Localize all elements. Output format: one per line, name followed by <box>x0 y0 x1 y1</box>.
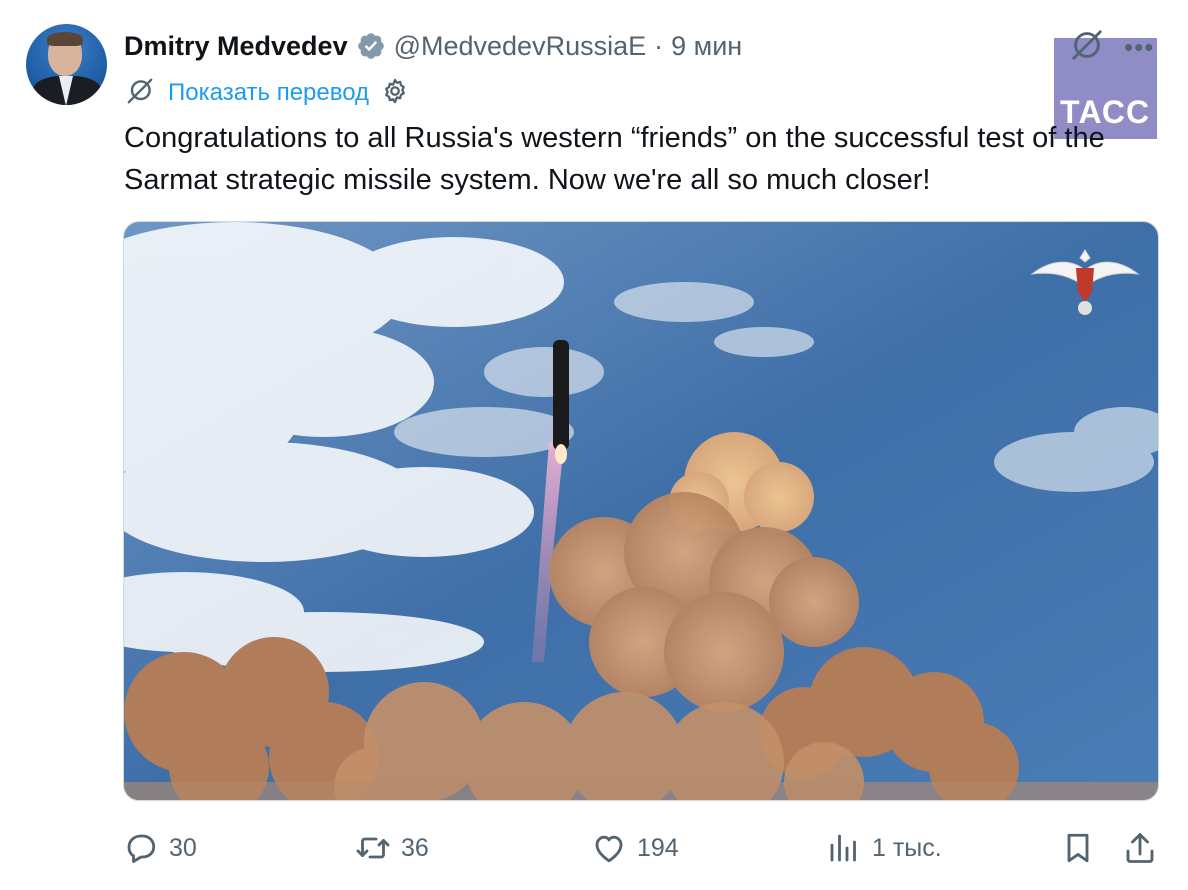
repost-icon <box>356 837 390 859</box>
analytics-icon <box>830 834 856 862</box>
show-translation-link[interactable]: Показать перевод <box>168 79 369 107</box>
ministry-emblem-icon <box>1030 249 1140 315</box>
reply-button[interactable]: 30 <box>123 826 197 870</box>
missile-launch-photo <box>124 222 1158 800</box>
bookmark-icon <box>1067 833 1089 863</box>
reply-count: 30 <box>169 833 197 862</box>
reply-icon <box>127 834 156 863</box>
views-count: 1 тыс. <box>872 833 942 862</box>
grok-icon <box>124 75 156 112</box>
tweet-time[interactable]: 9 мин <box>671 31 742 62</box>
author-handle[interactable]: @MedvedevRussiaE <box>394 31 647 62</box>
more-icon[interactable]: ••• <box>1124 32 1154 63</box>
author-name[interactable]: Dmitry Medvedev <box>124 31 348 62</box>
tweet-header: Dmitry Medvedev @MedvedevRussiaE · 9 мин <box>124 26 742 66</box>
grok-icon[interactable] <box>1068 26 1106 64</box>
share-button[interactable] <box>1122 826 1158 870</box>
tweet-text: Congratulations to all Russia's western … <box>124 122 1105 196</box>
header-separator: · <box>654 30 664 61</box>
author-avatar[interactable] <box>26 24 107 105</box>
translate-row: Показать перевод <box>124 76 409 110</box>
share-icon <box>1126 833 1154 863</box>
verified-badge-icon[interactable] <box>356 31 386 61</box>
tweet-media-image[interactable] <box>123 221 1159 801</box>
avatar-hair <box>47 32 83 46</box>
repost-count: 36 <box>401 833 429 862</box>
bookmark-button[interactable] <box>1060 826 1096 870</box>
repost-button[interactable]: 36 <box>355 826 429 870</box>
like-button[interactable]: 194 <box>591 826 679 870</box>
tweet-actions: 30 36 194 1 тыс. <box>123 826 1163 870</box>
views-button[interactable]: 1 тыс. <box>826 826 942 870</box>
like-count: 194 <box>637 833 679 862</box>
heart-icon <box>595 835 623 863</box>
gear-icon[interactable] <box>381 77 409 110</box>
